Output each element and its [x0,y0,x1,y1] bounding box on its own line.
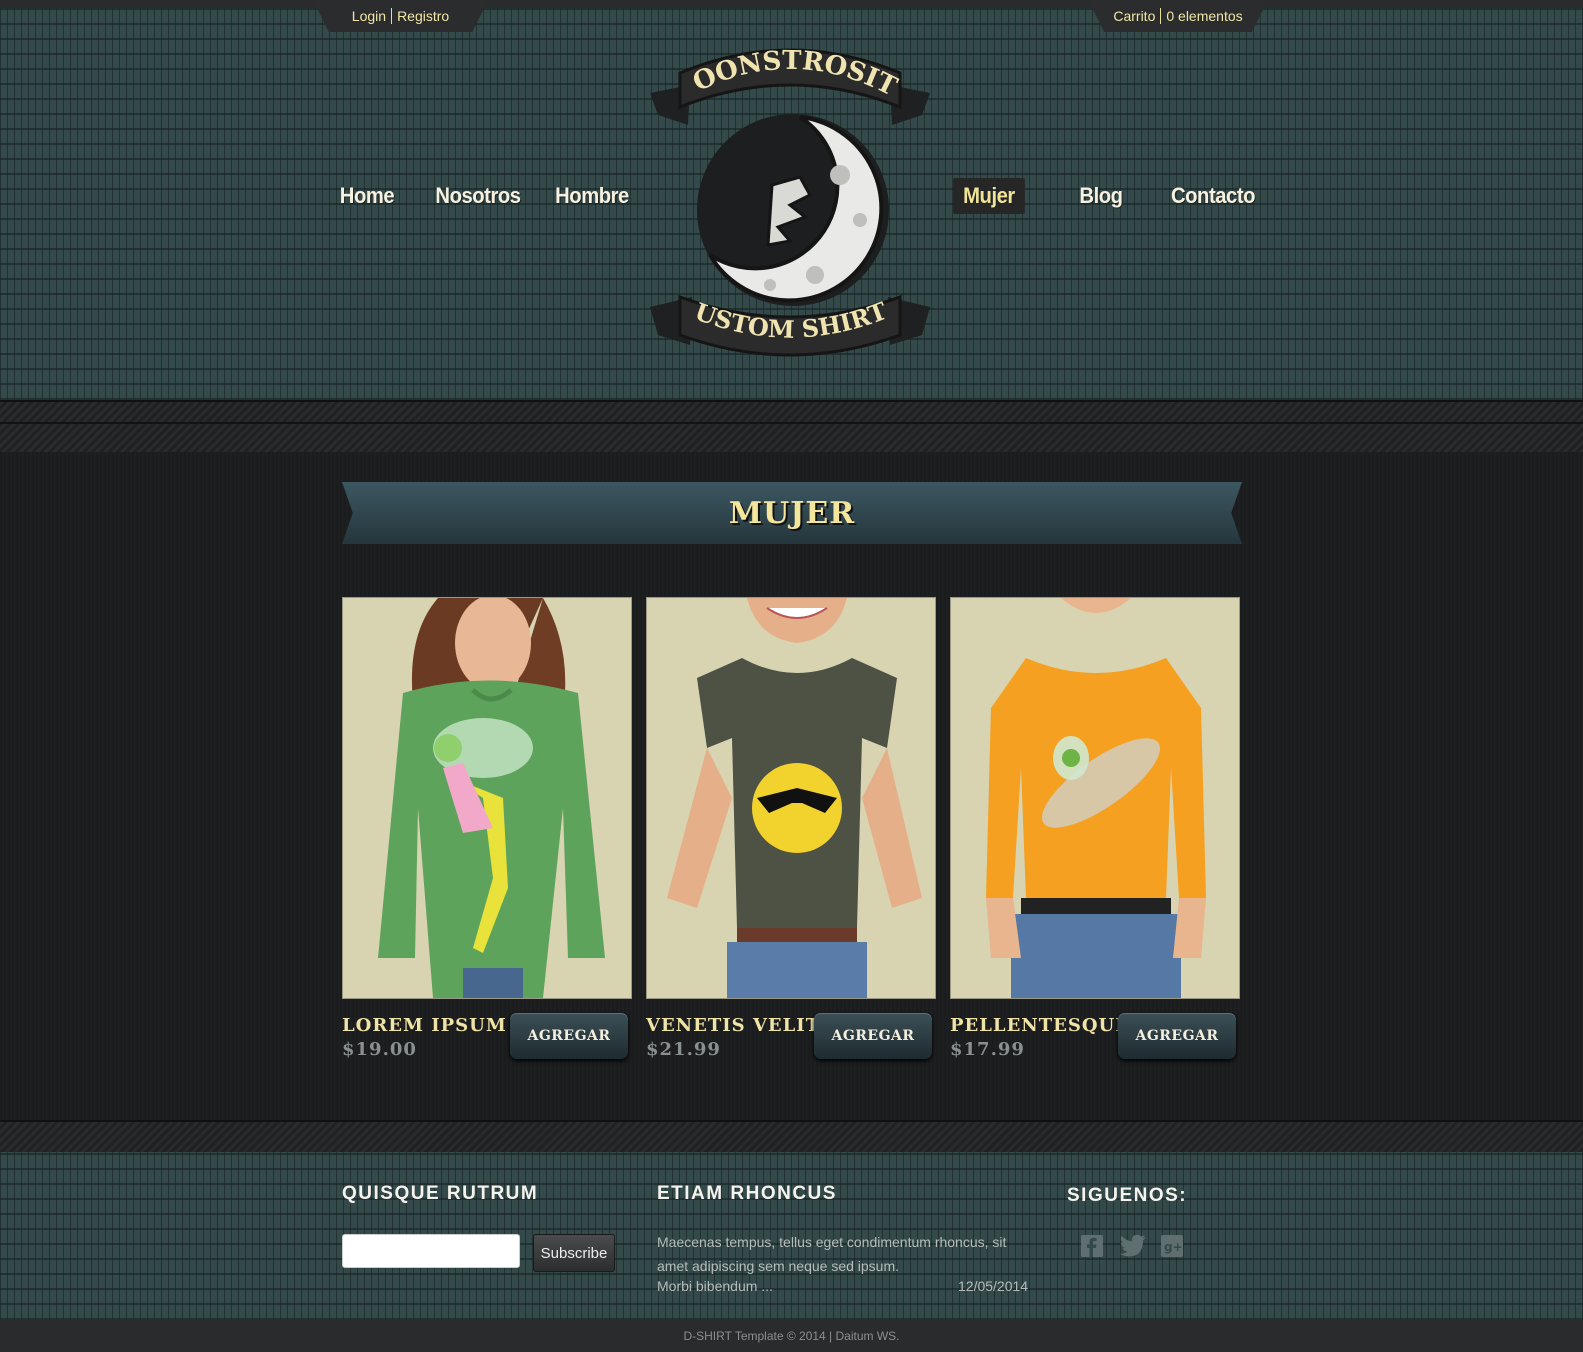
section-banner: MUJER [342,482,1242,544]
copyright-bar: D-SHIRT Template © 2014 | Daitum WS. [0,1320,1583,1352]
section-title: MUJER [728,495,856,531]
product-name: PELLENTESQUE [950,1015,1130,1036]
nav-item-contacto[interactable]: Contacto [1170,178,1256,214]
cart-count[interactable]: 0 elementos [1166,8,1242,24]
product-card: LOREM IPSUM $19.00 AGREGAR [342,597,632,1060]
facebook-icon[interactable] [1080,1234,1104,1258]
divider-stripe [0,400,1583,454]
login-link[interactable]: Login [352,8,386,24]
news-excerpt: Maecenas tempus, tellus eget condimentum… [657,1234,1007,1274]
nav-item-hombre[interactable]: Hombre [553,178,630,214]
product-price: $21.99 [646,1039,721,1060]
svg-text:g+: g+ [1164,1240,1183,1254]
account-tab: Login Registro [313,0,488,32]
add-to-cart-button[interactable]: AGREGAR [510,1013,628,1059]
copyright-text: D-SHIRT Template © 2014 | Daitum WS. [683,1329,900,1343]
top-bar [0,0,1583,8]
site-logo[interactable]: MOONSTROSITY CUSTOM SHIRTS [650,45,930,375]
divider [1160,8,1162,24]
product-image[interactable] [646,597,936,999]
register-link[interactable]: Registro [397,8,449,24]
nav-item-nosotros[interactable]: Nosotros [435,178,521,214]
divider-stripe [0,1120,1583,1154]
product-image[interactable] [950,597,1240,999]
product-image[interactable] [342,597,632,999]
subscribe-button[interactable]: Subscribe [533,1234,615,1272]
news-read-more-link[interactable]: Morbi bibendum ... [657,1278,773,1294]
nav-item-mujer[interactable]: Mujer [953,178,1025,214]
cart-tab: Carrito 0 elementos [1088,0,1268,32]
add-to-cart-button[interactable]: AGREGAR [1118,1013,1236,1059]
nav-item-home[interactable]: Home [338,178,395,214]
newsletter-email-input[interactable] [342,1234,520,1268]
product-price: $17.99 [950,1039,1025,1060]
product-card: PELLENTESQUE $17.99 AGREGAR [950,597,1240,1060]
product-price: $19.00 [342,1039,417,1060]
add-to-cart-button[interactable]: AGREGAR [814,1013,932,1059]
google-plus-icon[interactable]: g+ [1160,1234,1184,1258]
footer-title: QUISQUE RUTRUM [342,1183,539,1204]
product-card: VENETIS VELIT $21.99 AGREGAR [646,597,936,1060]
footer-title: SIGUENOS: [1067,1185,1188,1206]
divider [391,8,393,24]
product-name: LOREM IPSUM [342,1015,507,1036]
nav-item-blog[interactable]: Blog [1078,178,1124,214]
footer-title: ETIAM RHONCUS [657,1183,837,1204]
cart-link[interactable]: Carrito [1113,8,1155,24]
twitter-icon[interactable] [1119,1234,1147,1258]
news-date: 12/05/2014 [958,1278,1029,1294]
product-name: VENETIS VELIT [646,1015,821,1036]
